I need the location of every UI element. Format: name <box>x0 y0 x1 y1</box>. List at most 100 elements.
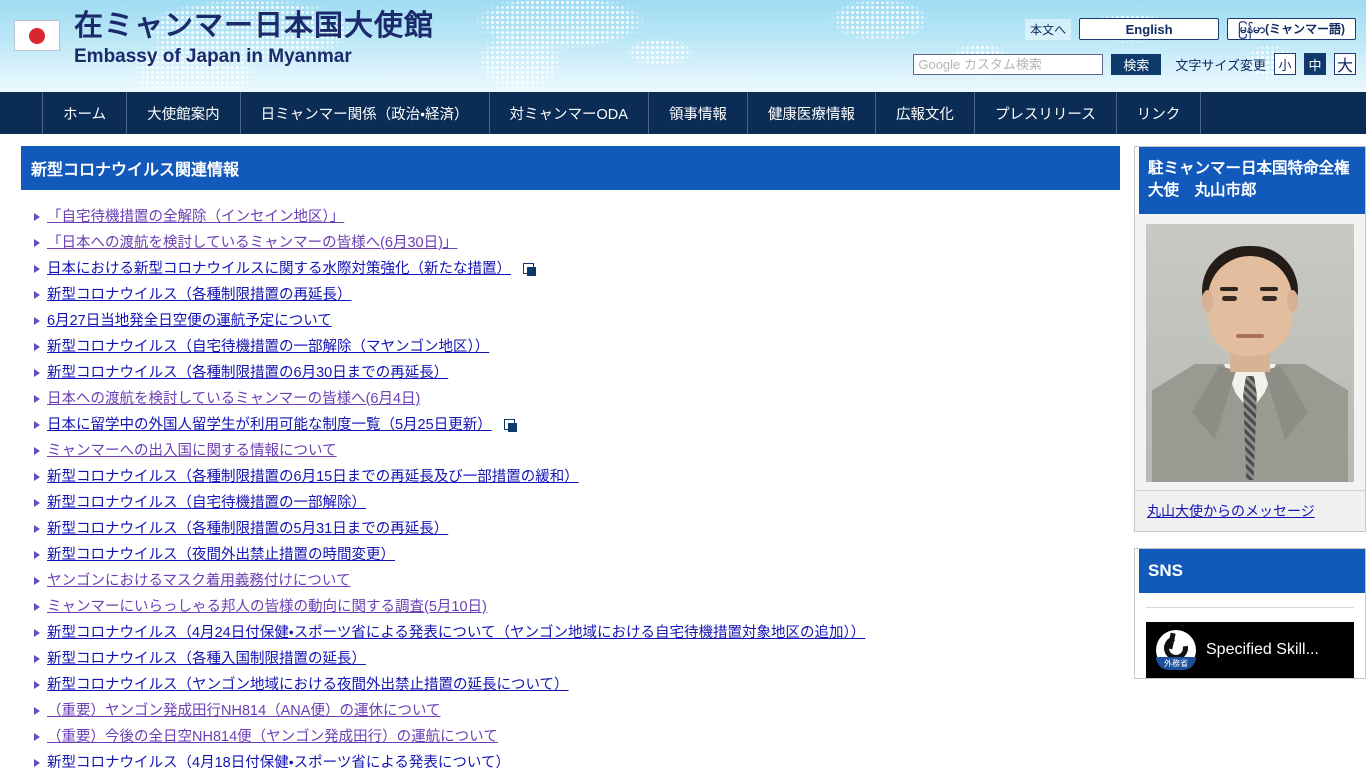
list-item: 新型コロナウイルス（4月24日付保健・スポーツ省による発表について（ヤンゴン地域… <box>34 620 1120 646</box>
bullet-arrow-icon <box>34 421 40 429</box>
nav-item-press-release[interactable]: プレスリリース <box>973 92 1116 134</box>
external-link-icon <box>523 262 537 276</box>
ambassador-box: 駐ミャンマー日本国特命全権大使 丸山市郎 丸山大使からのメッセージ <box>1134 146 1366 532</box>
list-item: 新型コロナウイルス（各種制限措置の6月15日までの再延長及び一部措置の緩和） <box>34 464 1120 490</box>
covid-info-link[interactable]: 日本への渡航を検討しているミャンマーの皆様へ(6月4日) <box>47 386 420 412</box>
external-link-icon <box>503 418 518 432</box>
sns-video-card[interactable]: 外務省 Specified Skill... <box>1146 621 1354 678</box>
list-item: 「自宅待機措置の全解除（インセイン地区）」 <box>34 204 1120 230</box>
font-size-label: 文字サイズ変更 <box>1175 57 1266 73</box>
list-item: 日本における新型コロナウイルスに関する水際対策強化（新たな措置） <box>34 256 1120 282</box>
site-title-japanese: 在ミャンマー日本国大使館 <box>74 10 435 42</box>
nav-item-embassy-info[interactable]: 大使館案内 <box>126 92 240 134</box>
covid-info-link[interactable]: 新型コロナウイルス（各種制限措置の再延長） <box>47 282 352 308</box>
list-item: 6月27日当地発全日空便の運航予定について <box>34 308 1120 334</box>
list-item: 「日本への渡航を検討しているミャンマーの皆様へ(6月30日)」 <box>34 230 1120 256</box>
list-item: 新型コロナウイルス（各種制限措置の6月30日までの再延長） <box>34 360 1120 386</box>
nav-item-home[interactable]: ホーム <box>42 92 126 134</box>
list-item: ヤンゴンにおけるマスク着用義務付けについて <box>34 568 1120 594</box>
list-item: 新型コロナウイルス（各種制限措置の再延長） <box>34 282 1120 308</box>
bullet-arrow-icon <box>34 447 40 455</box>
nav-item-health-medical[interactable]: 健康医療情報 <box>746 92 875 134</box>
bullet-arrow-icon <box>34 759 40 767</box>
language-english-button[interactable]: English <box>1079 18 1220 40</box>
site-header: 在ミャンマー日本国大使館 Embassy of Japan in Myanmar… <box>0 0 1366 92</box>
search-input[interactable] <box>913 53 1104 75</box>
covid-info-link[interactable]: （重要）今後の全日空NH814便（ヤンゴン発成田行）の運航について <box>47 724 498 750</box>
mofa-logo-icon: 外務省 <box>1156 629 1196 670</box>
list-item: 新型コロナウイルス（4月18日付保健・スポーツ省による発表について） <box>34 750 1120 768</box>
nav-item-links[interactable]: リンク <box>1115 92 1202 134</box>
covid-info-link[interactable]: 新型コロナウイルス（各種制限措置の5月31日までの再延長） <box>47 516 448 542</box>
japan-flag-icon <box>14 20 60 51</box>
page-title: 新型コロナウイルス関連情報 <box>12 146 1120 190</box>
bullet-arrow-icon <box>34 499 40 507</box>
bullet-arrow-icon <box>34 655 40 663</box>
covid-info-link[interactable]: 新型コロナウイルス（各種制限措置の6月15日までの再延長及び一部措置の緩和） <box>47 464 579 490</box>
list-item: ミャンマーにいらっしゃる邦人の皆様の動向に関する調査(5月10日) <box>34 594 1120 620</box>
sidebar: 駐ミャンマー日本国特命全権大使 丸山市郎 丸山大使からのメッセージ SNS 外務… <box>1134 146 1366 768</box>
sns-video-title: Specified Skill... <box>1206 640 1319 658</box>
font-size-small-button[interactable]: 小 <box>1274 53 1296 75</box>
list-item: ミャンマーへの出入国に関する情報について <box>34 438 1120 464</box>
bullet-arrow-icon <box>34 343 40 351</box>
list-item: 新型コロナウイルス（各種制限措置の5月31日までの再延長） <box>34 516 1120 542</box>
covid-info-link[interactable]: 「自宅待機措置の全解除（インセイン地区）」 <box>47 204 344 230</box>
bullet-arrow-icon <box>34 603 40 611</box>
bullet-arrow-icon <box>34 265 40 273</box>
site-title-english: Embassy of Japan in Myanmar <box>74 46 352 67</box>
covid-info-link[interactable]: 新型コロナウイルス（自宅待機措置の一部解除（マヤンゴン地区）） <box>47 334 489 360</box>
nav-item-consular[interactable]: 領事情報 <box>647 92 747 134</box>
covid-info-link[interactable]: 日本における新型コロナウイルスに関する水際対策強化（新たな措置） <box>47 256 511 282</box>
font-size-large-button[interactable]: 大 <box>1334 53 1356 75</box>
covid-info-link[interactable]: 新型コロナウイルス（ヤンゴン地域における夜間外出禁止措置の延長について） <box>47 672 569 698</box>
bullet-arrow-icon <box>34 317 40 325</box>
bullet-arrow-icon <box>34 291 40 299</box>
list-item: 日本に留学中の外国人留学生が利用可能な制度一覧（5月25日更新） <box>34 412 1120 438</box>
covid-info-link[interactable]: 新型コロナウイルス（各種入国制限措置の延長） <box>47 646 366 672</box>
bullet-arrow-icon <box>34 239 40 247</box>
bullet-arrow-icon <box>34 577 40 585</box>
covid-info-link[interactable]: 6月27日当地発全日空便の運航予定について <box>47 308 332 334</box>
covid-info-link[interactable]: 新型コロナウイルス（夜間外出禁止措置の時間変更） <box>47 542 395 568</box>
bullet-arrow-icon <box>34 525 40 533</box>
site-brand[interactable]: 在ミャンマー日本国大使館 Embassy of Japan in Myanmar <box>14 12 434 66</box>
covid-info-link[interactable]: 新型コロナウイルス（4月18日付保健・スポーツ省による発表について） <box>47 750 510 768</box>
covid-info-link[interactable]: （重要）ヤンゴン発成田行NH814（ANA便）の運休について <box>47 698 441 724</box>
list-item: （重要）今後の全日空NH814便（ヤンゴン発成田行）の運航について <box>34 724 1120 750</box>
bullet-arrow-icon <box>34 213 40 221</box>
bullet-arrow-icon <box>34 681 40 689</box>
nav-item-oda[interactable]: 対ミャンマーODA <box>488 92 648 134</box>
covid-info-link[interactable]: 新型コロナウイルス（各種制限措置の6月30日までの再延長） <box>47 360 448 386</box>
list-item: 新型コロナウイルス（夜間外出禁止措置の時間変更） <box>34 542 1120 568</box>
covid-info-link[interactable]: 「日本への渡航を検討しているミャンマーの皆様へ(6月30日)」 <box>47 230 457 256</box>
nav-item-japan-myanmar-relations[interactable]: 日ミャンマー関係（政治・経済） <box>239 92 489 134</box>
list-item: 日本への渡航を検討しているミャンマーの皆様へ(6月4日) <box>34 386 1120 412</box>
ambassador-message-row[interactable]: 丸山大使からのメッセージ <box>1135 489 1365 531</box>
language-myanmar-button[interactable]: မြန်မာ(ミャンマー語) <box>1227 18 1356 40</box>
bullet-arrow-icon <box>34 707 40 715</box>
sns-divider <box>1146 606 1354 608</box>
nav-item-culture[interactable]: 広報文化 <box>874 92 974 134</box>
header-tools: 本文へ English မြန်မာ(ミャンマー語) 検索 文字サイズ変更 小 … <box>913 18 1356 75</box>
sns-body: 外務省 Specified Skill... <box>1135 593 1365 678</box>
covid-info-link[interactable]: ヤンゴンにおけるマスク着用義務付けについて <box>47 568 350 594</box>
ambassador-message-link[interactable]: 丸山大使からのメッセージ <box>1147 503 1315 519</box>
main-content: 新型コロナウイルス関連情報 「自宅待機措置の全解除（インセイン地区）」 「日本への… <box>12 146 1120 768</box>
covid-info-link[interactable]: 新型コロナウイルス（4月24日付保健・スポーツ省による発表について（ヤンゴン地域… <box>47 620 865 646</box>
covid-info-link[interactable]: ミャンマーへの出入国に関する情報について <box>47 438 337 464</box>
skip-to-content-link[interactable]: 本文へ <box>1025 18 1072 40</box>
covid-info-link[interactable]: ミャンマーにいらっしゃる邦人の皆様の動向に関する調査(5月10日) <box>47 594 487 620</box>
search-button[interactable]: 検索 <box>1111 53 1162 75</box>
ambassador-title: 駐ミャンマー日本国特命全権大使 丸山市郎 <box>1135 147 1365 214</box>
bullet-arrow-icon <box>34 629 40 637</box>
list-item: 新型コロナウイルス（自宅待機措置の一部解除（マヤンゴン地区）） <box>34 334 1120 360</box>
bullet-arrow-icon <box>34 369 40 377</box>
list-item: 新型コロナウイルス（自宅待機措置の一部解除） <box>34 490 1120 516</box>
bullet-arrow-icon <box>34 733 40 741</box>
covid-info-link[interactable]: 新型コロナウイルス（自宅待機措置の一部解除） <box>47 490 366 516</box>
font-size-medium-button[interactable]: 中 <box>1304 53 1326 75</box>
list-item: （重要）ヤンゴン発成田行NH814（ANA便）の運休について <box>34 698 1120 724</box>
ambassador-portrait <box>1146 223 1354 482</box>
covid-info-link[interactable]: 日本に留学中の外国人留学生が利用可能な制度一覧（5月25日更新） <box>47 412 492 438</box>
